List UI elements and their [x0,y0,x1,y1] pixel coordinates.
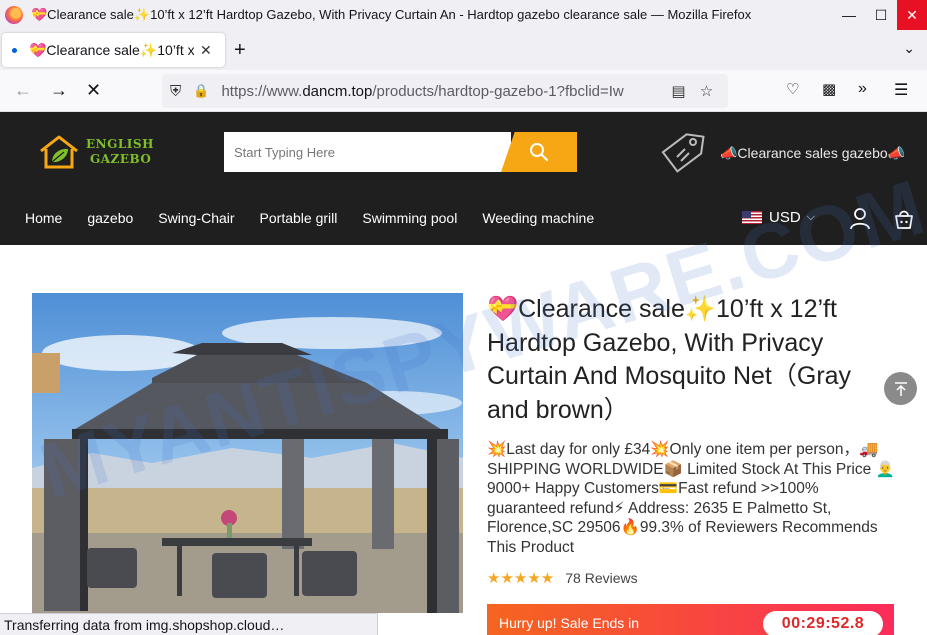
sale-text: Hurry up! Sale Ends in [499,615,640,631]
menu-item-portable-grill[interactable]: Portable grill [260,210,338,226]
rating-stars-icon: ★★★★★ [487,570,555,587]
tab-bar: 💝Clearance sale✨10’ft x 12’ft Hardtop Ga… [0,30,927,70]
house-leaf-icon [40,135,78,169]
forward-arrow-icon[interactable]: → [50,80,68,101]
product-title: 💝Clearance sale✨10’ft x 12’ft Hardtop Ga… [487,295,852,424]
promo-text: 📣Clearance sales gazebo📣 [720,144,906,161]
loading-dot-icon [12,47,17,53]
tracking-shield-icon[interactable]: ⛨ [170,83,181,100]
tab-close-icon[interactable]: ✕ [200,42,212,59]
product-rating[interactable]: ★★★★★ 78 Reviews [487,569,638,587]
search-box [224,132,587,172]
tab-title: 💝Clearance sale✨10’ft x 12’ft Hardtop Ga… [29,41,194,58]
tab-active[interactable]: 💝Clearance sale✨10’ft x 12’ft Hardtop Ga… [2,33,225,67]
us-flag-icon [742,211,762,224]
currency-selector[interactable]: USD ⌵ [742,209,815,226]
menu-item-home[interactable]: Home [25,210,62,226]
url-bar[interactable]: ⛨ 🔒 https://www.dancm.top/products/hardt… [162,74,728,108]
list-all-tabs-icon[interactable]: ⌄ [903,40,915,57]
account-icon[interactable] [850,208,870,230]
site-header: ENGLISH GAZEBO 📣Clearance sales gazebo📣 … [0,112,927,245]
search-icon [530,143,549,162]
countdown-timer: 00:29:52.8 [763,611,883,635]
menu-item-swing-chair[interactable]: Swing-Chair [158,210,234,226]
scroll-to-top-button[interactable] [884,372,917,405]
overflow-chevron-icon[interactable]: » [858,80,867,98]
review-count[interactable]: 78 Reviews [565,570,637,586]
window-titlebar: 💝Clearance sale✨10’ft x 12’ft Hardtop Ga… [0,0,927,30]
window-title: 💝Clearance sale✨10’ft x 12’ft Hardtop Ga… [31,7,752,22]
reader-view-icon[interactable]: ▤ [667,82,689,100]
cart-icon[interactable] [894,208,914,230]
price-tag-icon [661,133,705,173]
menu-item-gazebo[interactable]: gazebo [87,210,133,226]
maximize-button[interactable]: ☐ [865,0,897,30]
window-controls: — ☐ ✕ [833,0,927,30]
stop-loading-icon[interactable]: ✕ [86,80,101,101]
bookmark-star-icon[interactable]: ☆ [695,82,717,100]
lock-icon[interactable]: 🔒 [193,83,209,99]
chevron-down-icon: ⌵ [806,211,816,223]
menu-item-swimming-pool[interactable]: Swimming pool [362,210,457,226]
firefox-logo-icon [5,6,23,24]
currency-label: USD [769,209,801,226]
minimize-button[interactable]: — [833,0,865,30]
extensions-icon[interactable]: ▩ [822,80,836,98]
back-arrow-icon[interactable]: ← [14,80,32,101]
menu-item-weeding-machine[interactable]: Weeding machine [482,210,594,226]
product-image[interactable] [32,293,463,613]
pocket-icon[interactable]: ♡ [786,80,799,98]
arrow-up-icon [894,381,907,396]
status-bar: Transferring data from img.shopshop.clou… [0,613,378,635]
site-logo[interactable]: ENGLISH GAZEBO [38,134,154,170]
url-text[interactable]: https://www.dancm.top/products/hardtop-g… [221,83,661,100]
nav-toolbar: ← → ✕ ⛨ 🔒 https://www.dancm.top/products… [0,70,927,112]
search-button[interactable] [501,132,577,172]
product-description: 💥Last day for only £34💥Only one item per… [487,441,895,556]
new-tab-button[interactable]: + [234,39,246,62]
hamburger-menu-icon[interactable]: ☰ [894,80,908,100]
sale-countdown-bar: Hurry up! Sale Ends in 00:29:52.8 [487,604,894,635]
promo-banner[interactable]: 📣Clearance sales gazebo📣 [660,130,905,176]
close-window-button[interactable]: ✕ [897,0,927,30]
search-input[interactable] [224,132,511,172]
main-menu: Home gazebo Swing-Chair Portable grill S… [25,210,619,226]
logo-text: ENGLISH GAZEBO [86,137,154,166]
